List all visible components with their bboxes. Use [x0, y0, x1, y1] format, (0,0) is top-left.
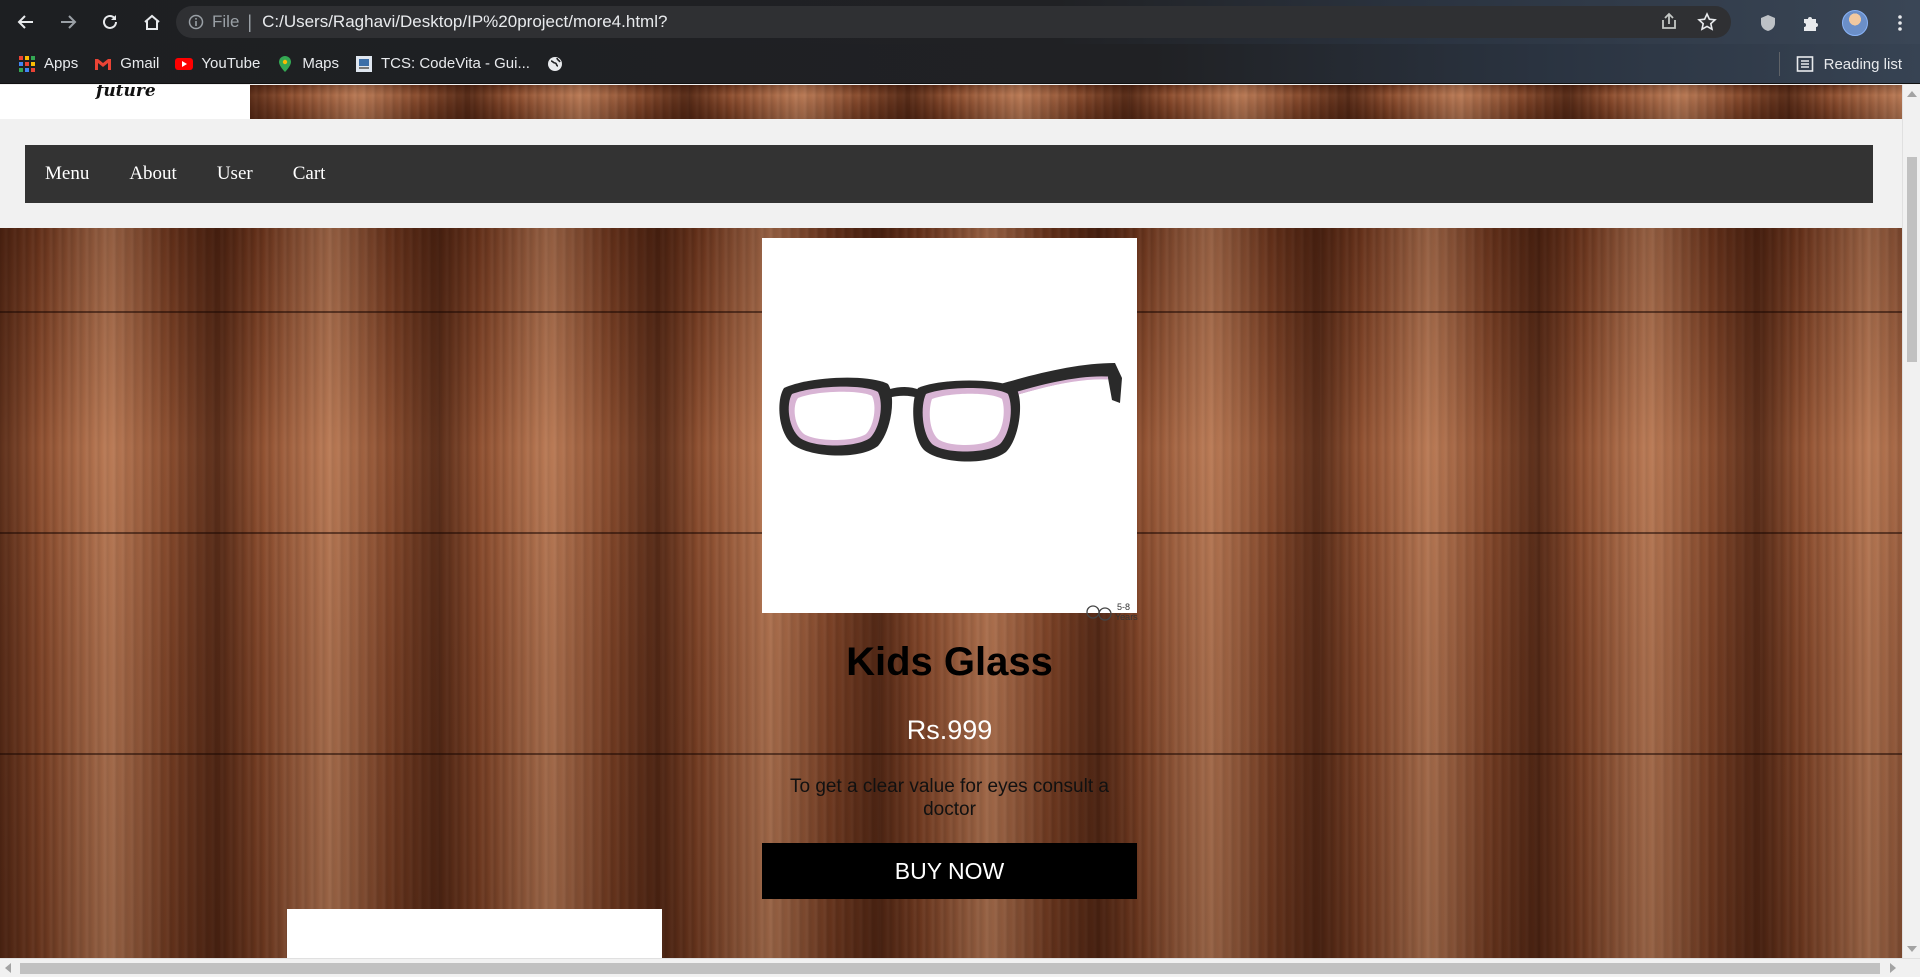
eyeglasses-image — [779, 363, 1122, 462]
product-title: Kids Glass — [846, 640, 1053, 684]
product-price: Rs.999 — [906, 715, 993, 745]
kids-face-icon: 5-8 Years — [1086, 602, 1138, 622]
vertical-scrollbar[interactable] — [1902, 85, 1920, 958]
bookmark-label: TCS: CodeVita - Gui... — [381, 55, 530, 72]
reading-list-icon — [1796, 56, 1813, 72]
site-logo[interactable]: future — [0, 85, 250, 119]
home-icon — [144, 14, 160, 30]
info-icon[interactable] — [188, 14, 204, 30]
wood-plank-seam — [0, 753, 1902, 755]
reading-list-label: Reading list — [1823, 55, 1902, 73]
age-bottom-text: Years — [1115, 612, 1138, 622]
age-top-text: 5-8 — [1117, 602, 1130, 612]
age-range-tag: 5-8 Years — [1077, 490, 1138, 622]
bookmark-youtube[interactable]: YouTube — [175, 50, 260, 78]
youtube-icon — [175, 57, 194, 70]
address-bar[interactable]: File | C:/Users/Raghavi/Desktop/IP%20pro… — [176, 6, 1731, 38]
bookmark-gmail[interactable]: Gmail — [94, 50, 159, 78]
header-wood-banner — [250, 85, 1902, 119]
more-vertical-icon[interactable] — [1890, 13, 1910, 33]
scroll-left-arrow[interactable] — [5, 963, 11, 973]
horizontal-scrollbar[interactable] — [0, 958, 1920, 977]
page-viewport: future Menu About User Cart 5-8 Years Ki… — [0, 85, 1902, 958]
next-product-card[interactable] — [287, 909, 662, 958]
scroll-right-arrow[interactable] — [1890, 963, 1896, 973]
back-button[interactable] — [6, 2, 46, 42]
reload-icon — [103, 14, 117, 29]
share-icon[interactable] — [1659, 12, 1679, 32]
bookmark-globe[interactable] — [546, 50, 572, 78]
buy-now-button[interactable]: BUY NOW — [762, 843, 1137, 899]
bookmark-apps[interactable]: Apps — [18, 50, 78, 78]
browser-toolbar: File | C:/Users/Raghavi/Desktop/IP%20pro… — [0, 0, 1920, 44]
scroll-up-arrow[interactable] — [1907, 91, 1917, 97]
apps-grid-icon — [19, 55, 35, 72]
bookmarks-bar: Apps Gmail YouTube Maps TCS: CodeVita - … — [0, 44, 1920, 84]
star-icon[interactable] — [1697, 12, 1717, 32]
product-description: To get a clear value for eyes consult a … — [790, 776, 1109, 820]
nav-user[interactable]: User — [197, 163, 273, 185]
scroll-down-arrow[interactable] — [1907, 946, 1917, 952]
globe-icon — [547, 56, 562, 71]
reading-list-button[interactable]: Reading list — [1796, 50, 1902, 78]
scheme-label: File — [212, 12, 240, 31]
codevita-favicon-icon — [356, 55, 373, 72]
bookmark-codevita[interactable]: TCS: CodeVita - Gui... — [355, 50, 530, 78]
profile-avatar[interactable] — [1842, 10, 1868, 36]
shield-icon[interactable] — [1758, 13, 1778, 33]
scheme-separator: | — [247, 11, 253, 32]
bookmark-maps[interactable]: Maps — [276, 50, 339, 78]
gmail-icon — [95, 58, 112, 70]
horizontal-scroll-thumb[interactable] — [20, 963, 1880, 974]
arrow-right-icon — [61, 15, 77, 29]
bookmark-label: Gmail — [120, 55, 160, 72]
bookmark-label: Apps — [44, 55, 79, 72]
home-button[interactable] — [132, 2, 172, 42]
vertical-scroll-thumb[interactable] — [1907, 157, 1917, 362]
arrow-left-icon — [17, 15, 33, 29]
forward-button[interactable] — [48, 2, 88, 42]
product-image[interactable]: 5-8 Years — [762, 238, 1138, 622]
nav-cart[interactable]: Cart — [273, 163, 346, 185]
reload-button[interactable] — [90, 2, 130, 42]
nav-about[interactable]: About — [109, 163, 197, 185]
reading-list-divider — [1779, 52, 1780, 76]
logo-text: future — [96, 85, 156, 101]
nav-menu[interactable]: Menu — [25, 163, 109, 185]
url-text[interactable]: C:/Users/Raghavi/Desktop/IP%20project/mo… — [262, 12, 667, 32]
maps-pin-icon — [279, 55, 292, 72]
puzzle-icon[interactable] — [1800, 13, 1820, 33]
main-navbar: Menu About User Cart — [25, 145, 1873, 203]
bookmark-label: YouTube — [201, 55, 261, 72]
bookmark-label: Maps — [302, 55, 340, 72]
